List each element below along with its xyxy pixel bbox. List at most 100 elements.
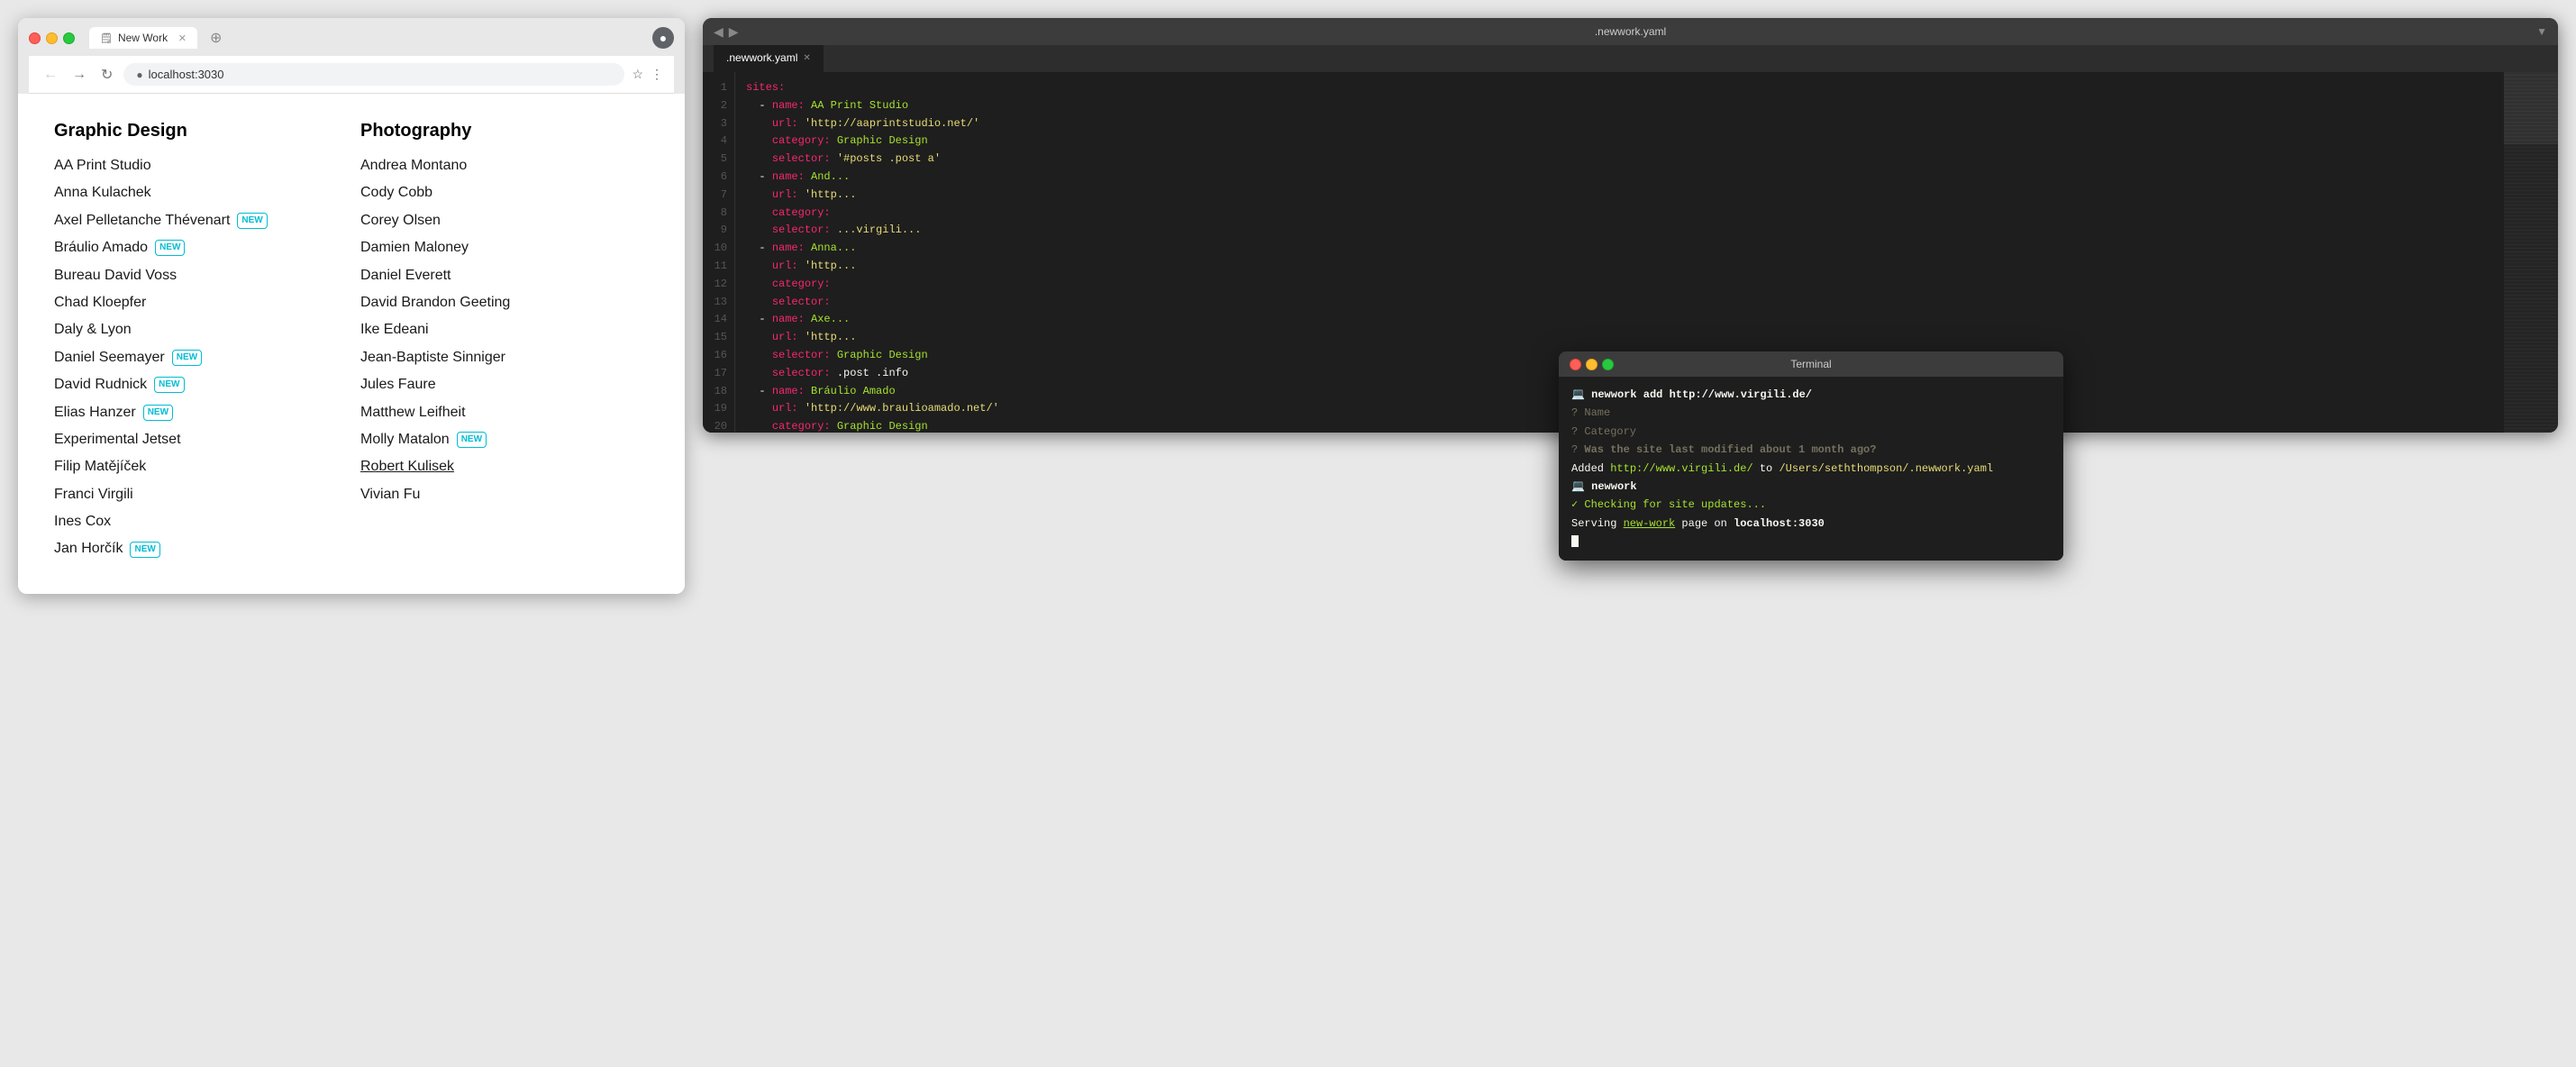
terminal-line: Added http://www.virgili.de/ to /Users/s… <box>1571 460 2051 478</box>
editor-nav-left-icon[interactable]: ◀ <box>714 24 724 40</box>
address-field[interactable]: ● localhost:3030 <box>123 63 624 86</box>
browser-actions: ☆ ⋮ <box>632 67 663 82</box>
new-badge: NEW <box>143 405 173 421</box>
back-button[interactable]: ← <box>40 65 61 85</box>
terminal-minimize-button[interactable] <box>1586 359 1597 370</box>
list-item[interactable]: Bráulio AmadoNEW <box>54 238 306 258</box>
editor-nav-right-icon[interactable]: ▶ <box>729 24 739 40</box>
list-item[interactable]: Damien Maloney <box>360 238 613 258</box>
browser-tab-bar: 🗒 New Work ✕ ⊕ <box>89 27 645 49</box>
editor-tab-close-icon[interactable]: ✕ <box>803 53 810 63</box>
line-number: 16 <box>703 347 734 365</box>
code-line: selector: '#posts .post a' <box>746 150 2493 169</box>
terminal-body[interactable]: 💻 newwork add http://www.virgili.de/ ? N… <box>1559 377 2063 561</box>
line-number: 7 <box>703 187 734 205</box>
browser-titlebar: 🗒 New Work ✕ ⊕ ● ← → ↻ ● localhost:3030 … <box>18 18 685 94</box>
list-item[interactable]: Daniel Everett <box>360 266 613 286</box>
code-line: category: <box>746 276 2493 294</box>
list-item[interactable]: Franci Virgili <box>54 485 306 505</box>
list-item[interactable]: Jules Faure <box>360 375 613 395</box>
line-number: 3 <box>703 115 734 133</box>
list-item[interactable]: Matthew Leifheit <box>360 403 613 423</box>
terminal-line: Serving new-work page on localhost:3030 <box>1571 515 2051 533</box>
editor-dropdown-icon[interactable]: ▼ <box>2536 25 2547 38</box>
list-item[interactable]: Molly MatalonNEW <box>360 430 613 450</box>
line-number: 14 <box>703 311 734 329</box>
bookmark-icon[interactable]: ☆ <box>632 67 643 82</box>
list-item[interactable]: Daly & Lyon <box>54 320 306 340</box>
new-badge: NEW <box>155 240 185 256</box>
line-numbers: 1234567891011121314151617181920212223242… <box>703 72 735 433</box>
list-item[interactable]: Daniel SeemayerNEW <box>54 348 306 368</box>
site-name: Andrea Montano <box>360 156 467 176</box>
forward-button[interactable]: → <box>68 65 90 85</box>
list-item[interactable]: David RudnickNEW <box>54 375 306 395</box>
new-tab-button[interactable]: ⊕ <box>205 27 227 49</box>
new-badge: NEW <box>154 377 184 393</box>
browser-tab[interactable]: 🗒 New Work ✕ <box>89 27 197 49</box>
site-name: Vivian Fu <box>360 485 420 505</box>
list-item[interactable]: Corey Olsen <box>360 211 613 231</box>
list-item[interactable]: Jean-Baptiste Sinniger <box>360 348 613 368</box>
site-column: Graphic DesignAA Print StudioAnna Kulach… <box>54 121 306 567</box>
list-item[interactable]: Experimental Jetset <box>54 430 306 450</box>
terminal-line: ? Category <box>1571 423 2051 441</box>
minimap-highlight <box>2504 72 2558 144</box>
code-line: selector: <box>746 294 2493 312</box>
more-options-icon[interactable]: ⋮ <box>651 67 663 82</box>
site-name: Molly Matalon <box>360 430 450 450</box>
terminal-line: ✓ Checking for site updates... <box>1571 496 2051 514</box>
list-item[interactable]: Bureau David Voss <box>54 266 306 286</box>
editor-terminal-container: ◀ ▶ .newwork.yaml ▼ .newwork.yaml ✕ 1234… <box>703 18 2558 433</box>
list-item[interactable]: Anna Kulachek <box>54 183 306 203</box>
site-name: Damien Maloney <box>360 238 469 258</box>
site-name: Daniel Seemayer <box>54 348 165 368</box>
list-item[interactable]: Robert Kulisek <box>360 457 613 477</box>
close-button[interactable] <box>29 32 41 44</box>
tab-favicon-icon: 🗒 <box>100 32 113 44</box>
maximize-button[interactable] <box>63 32 75 44</box>
list-item[interactable]: Andrea Montano <box>360 156 613 176</box>
editor-tab-newwork[interactable]: .newwork.yaml ✕ <box>714 45 824 72</box>
line-number: 20 <box>703 418 734 433</box>
code-line: - name: AA Print Studio <box>746 97 2493 115</box>
list-item[interactable]: Axel Pelletanche ThévenartNEW <box>54 211 306 231</box>
browser-content: Graphic DesignAA Print StudioAnna Kulach… <box>18 94 685 594</box>
list-item[interactable]: Ike Edeani <box>360 320 613 340</box>
list-item[interactable]: Ines Cox <box>54 512 306 532</box>
site-name: Ike Edeani <box>360 320 429 340</box>
terminal-maximize-button[interactable] <box>1602 359 1614 370</box>
refresh-button[interactable]: ↻ <box>97 64 116 86</box>
site-name: Daly & Lyon <box>54 320 132 340</box>
browser-window: 🗒 New Work ✕ ⊕ ● ← → ↻ ● localhost:3030 … <box>18 18 685 594</box>
terminal-cursor-line <box>1571 533 2051 551</box>
site-name: Ines Cox <box>54 512 111 532</box>
list-item[interactable]: Jan HorčíkNEW <box>54 539 306 559</box>
line-number: 4 <box>703 132 734 150</box>
list-item[interactable]: Elias HanzerNEW <box>54 403 306 423</box>
column-title: Photography <box>360 121 613 141</box>
list-item[interactable]: David Brandon Geeting <box>360 293 613 313</box>
line-number: 18 <box>703 383 734 401</box>
site-name: Corey Olsen <box>360 211 441 231</box>
line-number: 19 <box>703 400 734 418</box>
terminal-title-label: Terminal <box>1790 358 1831 370</box>
editor-titlebar: ◀ ▶ .newwork.yaml ▼ <box>703 18 2558 45</box>
browser-address-bar: ← → ↻ ● localhost:3030 ☆ ⋮ <box>29 56 674 94</box>
site-name: Filip Matějíček <box>54 457 146 477</box>
terminal-line: 💻 newwork <box>1571 478 2051 496</box>
list-item[interactable]: Filip Matějíček <box>54 457 306 477</box>
terminal-traffic-lights <box>1570 359 1614 370</box>
tab-close-button[interactable]: ✕ <box>178 32 187 44</box>
list-item[interactable]: AA Print Studio <box>54 156 306 176</box>
list-item[interactable]: Chad Kloepfer <box>54 293 306 313</box>
site-column: Photography Andrea Montano Cody Cobb Corey … <box>360 121 613 567</box>
terminal-close-button[interactable] <box>1570 359 1581 370</box>
list-item[interactable]: Vivian Fu <box>360 485 613 505</box>
list-item[interactable]: Cody Cobb <box>360 183 613 203</box>
line-number: 2 <box>703 97 734 115</box>
profile-icon[interactable]: ● <box>652 27 674 49</box>
site-name: Anna Kulachek <box>54 183 151 203</box>
lock-icon: ● <box>136 68 142 81</box>
minimize-button[interactable] <box>46 32 58 44</box>
